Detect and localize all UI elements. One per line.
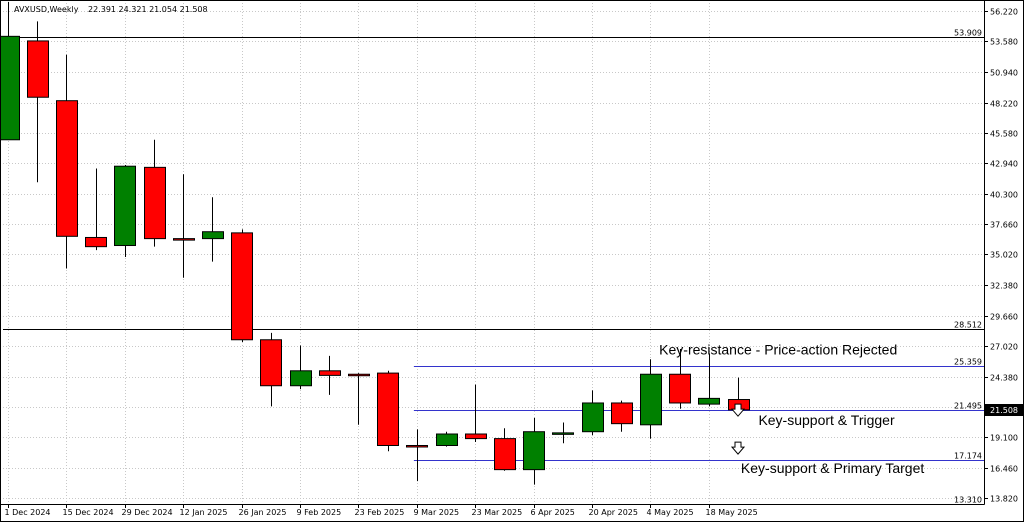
candle-body xyxy=(552,432,574,435)
level-label: 53.909 xyxy=(954,29,982,38)
y-tick-label: 19.100 xyxy=(990,434,1018,443)
x-tick-label: 29 Dec 2024 xyxy=(122,508,173,517)
candlestick-chart[interactable]: 53.909 28.512 25.359 21.495 17.174 Key-resis… xyxy=(0,0,1024,522)
candle-body xyxy=(319,370,341,376)
candle-body xyxy=(582,402,604,433)
annotation-text: Key-support & Trigger xyxy=(758,412,895,428)
y-tick-label: 37.660 xyxy=(990,221,1018,230)
candle-body xyxy=(377,372,399,446)
x-tick-label: 6 Apr 2025 xyxy=(531,508,575,517)
annotation-text: Key-resistance - Price-action Rejected xyxy=(659,342,897,358)
candle-body xyxy=(56,100,78,237)
x-tick-label: 20 Apr 2025 xyxy=(589,508,638,517)
x-tick-label: 1 Dec 2024 xyxy=(5,508,51,517)
y-tick-label: 27.020 xyxy=(990,343,1018,352)
y-tick-label: 48.220 xyxy=(990,100,1018,109)
x-tick-label: 18 May 2025 xyxy=(706,508,758,517)
x-tick-label: 26 Jan 2025 xyxy=(239,508,287,517)
y-tick-label: 53.580 xyxy=(990,38,1018,47)
level-label: 21.495 xyxy=(954,402,982,411)
candle-body xyxy=(260,339,282,387)
x-tick-label: 9 Mar 2025 xyxy=(414,508,460,517)
level-label: 28.512 xyxy=(954,321,982,330)
level-label: 17.174 xyxy=(954,452,982,461)
candle-body xyxy=(465,433,487,440)
x-tick-label: 23 Mar 2025 xyxy=(472,508,523,517)
candle-body xyxy=(669,373,691,404)
x-tick-label: 9 Feb 2025 xyxy=(297,508,342,517)
y-tick-label: 50.940 xyxy=(990,69,1018,78)
candle-body xyxy=(698,397,720,405)
y-tick-label: 40.300 xyxy=(990,191,1018,200)
chart-root: 53.909 28.512 25.359 21.495 17.174 Key-resis… xyxy=(0,0,1024,522)
x-tick-label: 12 Jan 2025 xyxy=(180,508,228,517)
candle-body xyxy=(231,232,253,341)
candle-body xyxy=(173,238,195,241)
candle-body xyxy=(523,431,545,471)
candle-body xyxy=(348,373,370,377)
candle-body xyxy=(611,402,633,425)
y-tick-label: 13.820 xyxy=(990,495,1018,504)
candle-body xyxy=(406,444,428,448)
level-label: 25.359 xyxy=(954,358,982,367)
current-price-label: 21.508 xyxy=(990,406,1018,415)
x-tick-label: 15 Dec 2024 xyxy=(63,508,114,517)
y-tick-label: 16.460 xyxy=(990,465,1018,474)
candle-body xyxy=(114,165,136,247)
candle-body xyxy=(85,236,107,248)
candle-body xyxy=(494,438,516,471)
y-tick-label: 29.660 xyxy=(990,313,1018,322)
annotation-text: Key-support & Primary Target xyxy=(741,460,924,476)
y-tick-label: 32.380 xyxy=(990,282,1018,291)
y-tick-label: 56.220 xyxy=(990,8,1018,17)
header-ohlc: 22.391 24.321 21.054 21.508 xyxy=(88,5,208,14)
axis-extra-label: 13.310 xyxy=(954,496,982,505)
candle-body xyxy=(144,166,166,240)
y-tick-label: 24.380 xyxy=(990,374,1018,383)
candle-body xyxy=(290,370,312,387)
candle-body xyxy=(202,231,224,240)
header-symbol: AVXUSD,Weekly xyxy=(14,5,79,14)
y-tick-label: 45.580 xyxy=(990,130,1018,139)
candle-body xyxy=(436,433,458,446)
candle-body xyxy=(0,35,20,141)
candle-body xyxy=(27,40,49,98)
y-tick-label: 35.020 xyxy=(990,251,1018,260)
candle-body xyxy=(640,373,662,426)
x-tick-label: 4 May 2025 xyxy=(647,508,694,517)
y-tick-label: 42.940 xyxy=(990,160,1018,169)
x-tick-label: 23 Feb 2025 xyxy=(355,508,405,517)
